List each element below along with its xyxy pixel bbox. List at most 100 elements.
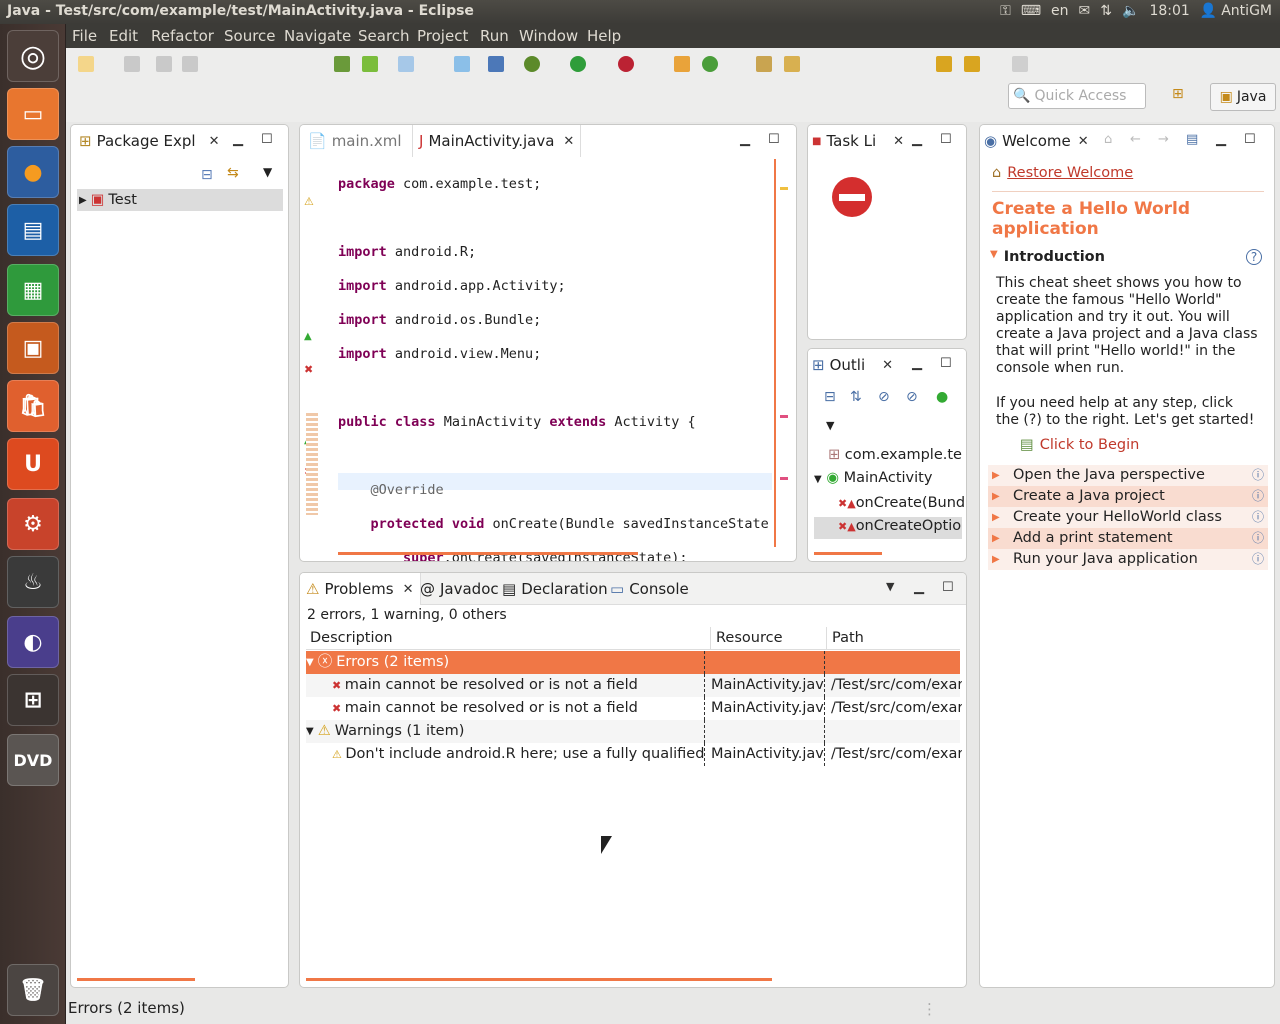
save-icon[interactable] (124, 56, 140, 72)
table-row[interactable]: ✖ main cannot be resolved or is not a fi… (306, 697, 962, 720)
horizontal-scrollbar[interactable] (814, 552, 882, 555)
outline-item-method[interactable]: ✖▲onCreate(Bund (838, 495, 965, 511)
step-open-java-perspective[interactable]: ▶ Open the Java perspective ⓘ (988, 465, 1268, 486)
outline-item-class[interactable]: ▼ ◉ MainActivity (814, 470, 932, 486)
link-with-editor-icon[interactable]: ⇆ (227, 165, 239, 181)
system-settings-icon[interactable]: ⚙ (7, 498, 59, 550)
tab-problems[interactable]: ⚠ Problems ✕ (300, 573, 421, 605)
table-row[interactable]: ✖ main cannot be resolved or is not a fi… (306, 674, 962, 697)
close-icon[interactable]: ✕ (882, 358, 893, 373)
workspace-switcher-icon[interactable]: ⊞ (7, 674, 59, 726)
expand-arrow-icon[interactable]: ▼ (814, 474, 822, 485)
tab-outline[interactable]: ⊞ Outli ✕ (812, 356, 893, 374)
help-icon[interactable]: ⓘ (1252, 465, 1264, 486)
new-android-project-icon[interactable] (454, 56, 470, 72)
menu-navigate[interactable]: Navigate (284, 27, 351, 45)
table-row[interactable]: ⚠ Don't include android.R here; use a fu… (306, 743, 962, 766)
column-path[interactable]: Path (826, 627, 962, 650)
new-java-package-icon[interactable] (674, 56, 690, 72)
expand-arrow-icon[interactable]: ▶ (79, 195, 87, 206)
task-icon[interactable] (398, 56, 414, 72)
minimize-icon[interactable]: ▁ (740, 132, 750, 147)
help-icon[interactable]: ? (1246, 249, 1262, 265)
sdk-manager-icon[interactable] (334, 56, 350, 72)
back-icon[interactable] (964, 56, 980, 72)
back-icon[interactable]: ← (1130, 132, 1141, 147)
cheat-sheet-icon[interactable]: ▤ (1186, 132, 1198, 147)
step-add-print-statement[interactable]: ▶ Add a print statement ⓘ (988, 528, 1268, 549)
steam-icon[interactable]: ♨ (7, 556, 59, 608)
tab-declaration[interactable]: ▤ Declaration (502, 580, 608, 598)
maximize-icon[interactable]: ☐ (940, 132, 952, 147)
files-icon[interactable]: ▭ (7, 88, 59, 140)
click-to-begin-link[interactable]: ▤ Click to Begin (1020, 437, 1139, 453)
sort-icon[interactable]: ⇅ (850, 389, 862, 405)
minimize-icon[interactable]: ▁ (912, 356, 922, 371)
hide-static-icon[interactable]: ⊘ (906, 389, 918, 405)
close-icon[interactable]: ✕ (563, 134, 574, 149)
menu-window[interactable]: Window (519, 27, 578, 45)
search-icon[interactable] (784, 56, 800, 72)
minimize-icon[interactable]: ▁ (1216, 132, 1226, 147)
vertical-scrollbar[interactable] (774, 159, 776, 547)
restore-welcome-link[interactable]: ⌂ Restore Welcome (992, 165, 1133, 181)
help-icon[interactable]: ⓘ (1252, 486, 1264, 507)
help-icon[interactable]: ⓘ (1252, 549, 1264, 570)
overview-warning-mark[interactable] (780, 187, 788, 190)
step-run-java-application[interactable]: ▶ Run your Java application ⓘ (988, 549, 1268, 570)
horizontal-scrollbar[interactable] (306, 978, 772, 981)
minimize-icon[interactable]: ▁ (912, 132, 922, 147)
collapse-arrow-icon[interactable]: ▼ (990, 249, 998, 265)
mail-icon[interactable]: ✉ (1079, 3, 1091, 19)
dvd-icon[interactable]: DVD (7, 734, 59, 786)
clock[interactable]: 18:01 (1149, 3, 1189, 19)
collapse-all-icon[interactable]: ⊟ (824, 389, 836, 405)
new-icon[interactable] (78, 56, 94, 72)
dash-home-icon[interactable]: ◎ (7, 30, 59, 82)
outline-item-method-selected[interactable]: ✖▲onCreateOptio (838, 518, 961, 534)
outline-item-package[interactable]: ⊞ com.example.te (828, 447, 962, 463)
view-menu-icon[interactable]: ▼ (263, 165, 272, 179)
collapse-arrow-icon[interactable]: ▼ (306, 720, 314, 743)
tab-task-list[interactable]: ■ Task Li ✕ (812, 132, 904, 150)
code-area[interactable]: package com.example.test; import android… (338, 159, 785, 561)
open-perspective-icon[interactable]: ⊞ (1172, 86, 1192, 106)
tab-welcome[interactable]: ◉ Welcome ✕ (984, 132, 1089, 150)
java-perspective-button[interactable]: ▣ Java (1210, 83, 1276, 111)
print-icon[interactable] (182, 56, 198, 72)
save-all-icon[interactable] (156, 56, 172, 72)
overview-error-mark[interactable] (780, 415, 788, 418)
back-to-last-edit-icon[interactable] (936, 56, 952, 72)
hide-fields-icon[interactable]: ⊘ (878, 389, 890, 405)
horizontal-scrollbar[interactable] (338, 552, 638, 555)
menu-run[interactable]: Run (480, 27, 509, 45)
calc-icon[interactable]: ▦ (7, 264, 59, 316)
user-icon[interactable]: 👤 (1200, 3, 1217, 19)
collapse-all-icon[interactable]: ⊟ (201, 167, 213, 183)
step-create-helloworld-class[interactable]: ▶ Create your HelloWorld class ⓘ (988, 507, 1268, 528)
close-icon[interactable]: ✕ (209, 134, 220, 149)
close-icon[interactable]: ✕ (403, 582, 414, 597)
tab-main-xml[interactable]: 📄 main.xml (308, 132, 402, 150)
menu-source[interactable]: Source (224, 27, 276, 45)
column-resource[interactable]: Resource (710, 627, 826, 650)
network-icon[interactable]: ⚿ (1000, 3, 1011, 19)
horizontal-scrollbar[interactable] (77, 978, 195, 981)
tab-javadoc[interactable]: @ Javadoc (420, 580, 499, 598)
impress-icon[interactable]: ▣ (7, 322, 59, 374)
minimize-icon[interactable]: ▁ (914, 580, 924, 595)
forward-icon[interactable] (1012, 56, 1028, 72)
collapse-arrow-icon[interactable]: ▼ (306, 651, 314, 674)
introduction-header[interactable]: ▼ Introduction (990, 249, 1105, 265)
menu-search[interactable]: Search (358, 27, 410, 45)
view-menu-icon[interactable]: ▼ (886, 580, 894, 593)
transfer-icon[interactable]: ⇅ (1100, 3, 1112, 19)
maximize-icon[interactable]: ☐ (1244, 132, 1256, 147)
help-icon[interactable]: ⓘ (1252, 507, 1264, 528)
firefox-icon[interactable]: ● (7, 146, 59, 198)
maximize-icon[interactable]: ☐ (261, 132, 273, 147)
forward-icon[interactable]: → (1158, 132, 1169, 147)
minimize-icon[interactable]: ▁ (233, 132, 243, 147)
run-external-tools-icon[interactable] (618, 56, 634, 72)
eclipse-icon[interactable]: ◐ (7, 616, 59, 668)
